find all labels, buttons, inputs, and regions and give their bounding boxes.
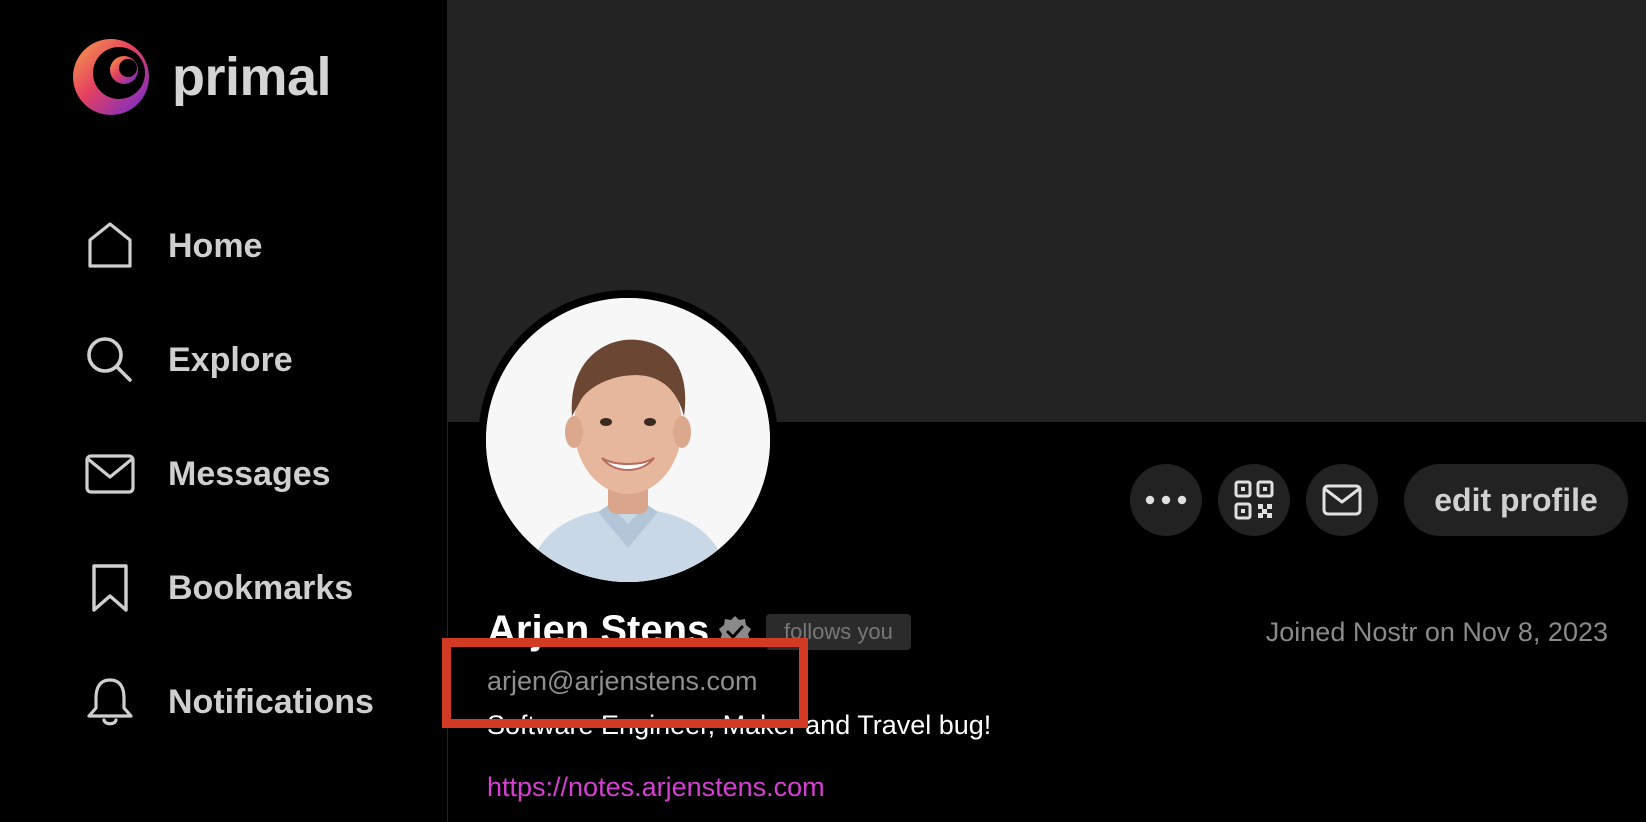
primal-logo-icon (73, 39, 149, 115)
avatar-photo (486, 298, 770, 582)
bookmark-icon (92, 564, 128, 612)
edit-profile-button[interactable]: edit profile (1404, 464, 1628, 536)
message-button[interactable] (1306, 464, 1378, 536)
nav-item-explore[interactable]: Explore (84, 334, 293, 386)
nav-item-home[interactable]: Home (84, 220, 262, 272)
nav-label-bookmarks: Bookmarks (168, 568, 354, 607)
bell-icon (87, 678, 133, 726)
nav-item-bookmarks[interactable]: Bookmarks (84, 562, 353, 614)
mail-icon (1322, 484, 1362, 516)
mail-icon (85, 454, 135, 494)
home-icon (88, 222, 132, 268)
avatar-illustration (486, 298, 770, 582)
nav-item-notifications[interactable]: Notifications (84, 676, 374, 728)
nav-label-notifications: Notifications (168, 682, 374, 721)
joined-date: Joined Nostr on Nov 8, 2023 (1265, 617, 1608, 647)
app-name: primal (172, 47, 332, 107)
logo[interactable]: primal (70, 36, 332, 118)
profile-website-link[interactable]: https://notes.arjenstens.com (487, 772, 825, 803)
qr-code-button[interactable] (1218, 464, 1290, 536)
search-icon (87, 337, 132, 382)
nav-label-explore: Explore (168, 340, 293, 379)
avatar[interactable] (478, 290, 778, 590)
sidebar: primal Home Explore Messages Bookmarks N… (0, 0, 445, 822)
more-button[interactable] (1130, 464, 1202, 536)
nav-label-home: Home (168, 226, 263, 265)
nav-label-messages: Messages (168, 454, 331, 493)
more-icon (1145, 495, 1187, 505)
highlight-box (442, 638, 808, 728)
qr-code-icon (1234, 480, 1274, 520)
nav-item-messages[interactable]: Messages (84, 448, 331, 500)
